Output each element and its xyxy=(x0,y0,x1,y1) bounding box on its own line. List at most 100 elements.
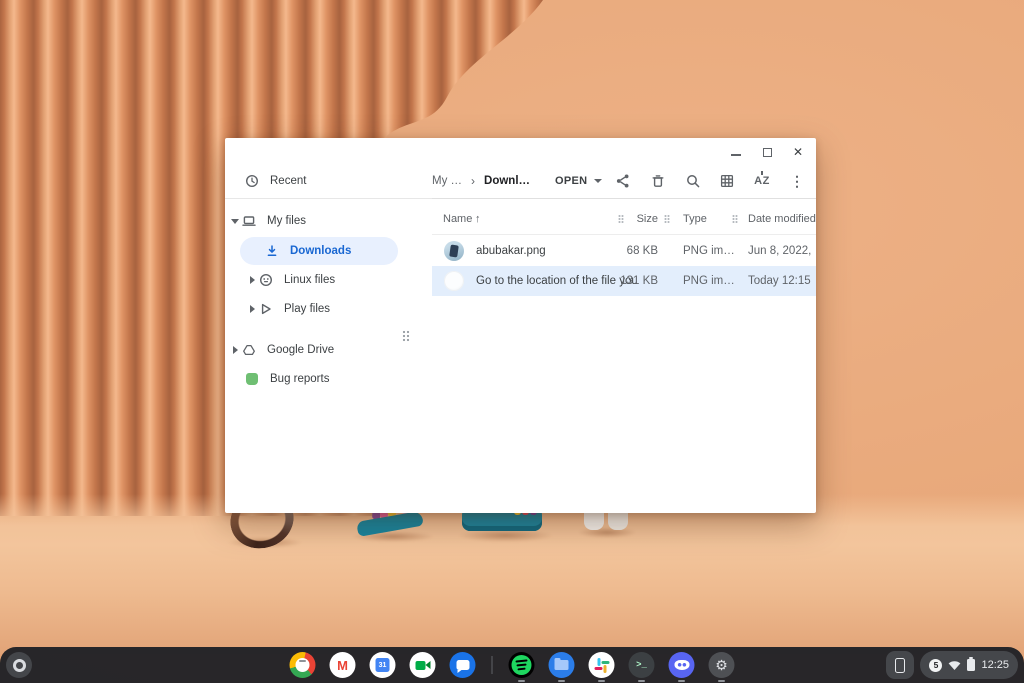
calendar-icon: 31 xyxy=(376,658,390,672)
sidebar-item-google-drive[interactable]: Google Drive xyxy=(225,337,425,363)
sort-button[interactable]: AZ xyxy=(747,166,777,196)
toolbar: My … › Downl… OPEN AZ xyxy=(432,164,816,198)
penguin-icon xyxy=(259,273,273,287)
chevron-down-icon[interactable] xyxy=(228,219,242,224)
sidebar-label: Recent xyxy=(270,175,306,187)
chevron-right-icon[interactable] xyxy=(245,276,259,284)
status-area: 5 12:25 xyxy=(886,651,1018,679)
sidebar-label: Bug reports xyxy=(270,373,329,385)
spotify-icon xyxy=(512,655,532,675)
breadcrumb-my-files[interactable]: My … xyxy=(432,175,462,187)
shelf-app-slack[interactable] xyxy=(589,652,615,678)
file-thumbnail xyxy=(444,271,464,291)
window-controls: ✕ xyxy=(728,144,806,160)
meet-icon xyxy=(415,661,430,670)
file-size: 131 KB xyxy=(592,275,658,287)
column-header-name[interactable]: Name xyxy=(443,213,472,225)
android-bug-icon xyxy=(245,372,259,386)
notification-count-badge: 5 xyxy=(929,659,942,672)
sidebar-item-downloads-selected[interactable]: Downloads xyxy=(240,237,398,265)
sidebar-label: Play files xyxy=(284,303,330,315)
files-app-window: ✕ Recent My files Downloads xyxy=(225,138,816,513)
share-icon xyxy=(615,173,631,189)
wifi-icon xyxy=(948,660,961,671)
more-menu-button[interactable]: ⋮ xyxy=(782,166,812,196)
shelf-app-gmail[interactable]: M xyxy=(330,652,356,678)
shelf-apps: M 31 >_ xyxy=(290,652,735,678)
grid-view-button[interactable] xyxy=(712,166,742,196)
sidebar-label: Google Drive xyxy=(267,344,334,356)
sidebar-resize-handle[interactable] xyxy=(402,330,410,342)
launcher-icon xyxy=(13,659,26,672)
file-row[interactable]: abubakar.png 68 KB PNG im… Jun 8, 2022, … xyxy=(432,236,816,266)
column-header-type[interactable]: Type xyxy=(683,213,707,225)
sidebar-item-linux-files[interactable]: Linux files xyxy=(225,267,425,293)
download-icon xyxy=(265,244,279,258)
search-button[interactable] xyxy=(678,166,708,196)
file-type: PNG im… xyxy=(683,245,735,257)
sort-az-icon: AZ xyxy=(754,175,770,187)
clock: 12:25 xyxy=(981,659,1009,671)
shelf-app-chrome[interactable] xyxy=(290,652,316,678)
play-icon xyxy=(259,302,273,316)
column-drag-handle[interactable] xyxy=(664,215,670,224)
column-drag-handle[interactable] xyxy=(732,215,738,224)
discord-icon xyxy=(674,660,689,670)
file-thumbnail xyxy=(444,241,464,261)
column-header-date-modified[interactable]: Date modified xyxy=(748,213,816,225)
column-header-size[interactable]: Size xyxy=(620,213,658,225)
shelf: M 31 >_ xyxy=(0,647,1024,683)
launcher-button[interactable] xyxy=(6,652,32,678)
sidebar-item-play-files[interactable]: Play files xyxy=(225,296,425,322)
phone-icon xyxy=(895,658,905,673)
shelf-app-meet[interactable] xyxy=(410,652,436,678)
shelf-app-files[interactable] xyxy=(549,652,575,678)
breadcrumb-separator-icon: › xyxy=(471,174,475,188)
open-button[interactable]: OPEN xyxy=(549,168,608,194)
sidebar-label: My files xyxy=(267,215,306,227)
sidebar-item-my-files[interactable]: My files xyxy=(225,208,425,234)
breadcrumb: My … › Downl… xyxy=(432,164,530,198)
breadcrumb-downloads[interactable]: Downl… xyxy=(484,175,530,187)
grid-view-icon xyxy=(719,173,735,189)
share-button[interactable] xyxy=(608,166,638,196)
file-size: 68 KB xyxy=(592,245,658,257)
gear-icon: ⚙ xyxy=(715,658,728,672)
gmail-icon: M xyxy=(337,659,348,672)
shelf-app-spotify[interactable] xyxy=(509,652,535,678)
minimize-icon xyxy=(731,154,741,156)
toolbar-divider xyxy=(432,198,816,199)
shelf-app-settings[interactable]: ⚙ xyxy=(709,652,735,678)
file-row-selected[interactable]: Go to the location of the file you… 131 … xyxy=(432,266,816,296)
system-tray[interactable]: 5 12:25 xyxy=(920,651,1018,679)
shelf-app-messages[interactable] xyxy=(450,652,476,678)
phone-hub-button[interactable] xyxy=(886,651,914,679)
shelf-app-discord[interactable] xyxy=(669,652,695,678)
sidebar-label: Linux files xyxy=(284,274,335,286)
more-vertical-icon: ⋮ xyxy=(790,173,804,190)
sidebar-item-bug-reports[interactable]: Bug reports xyxy=(225,366,425,392)
google-drive-icon xyxy=(242,343,256,357)
chevron-right-icon[interactable] xyxy=(228,346,242,354)
dropdown-caret-icon xyxy=(594,179,602,183)
files-folder-icon xyxy=(555,660,569,670)
delete-button[interactable] xyxy=(643,166,673,196)
terminal-icon: >_ xyxy=(636,661,647,670)
close-button[interactable]: ✕ xyxy=(790,144,806,160)
file-list-header: Name ↑ Size Type Date modified xyxy=(432,204,816,235)
battery-icon xyxy=(967,659,975,671)
minimize-button[interactable] xyxy=(728,144,744,160)
shelf-app-calendar[interactable]: 31 xyxy=(370,652,396,678)
shelf-separator xyxy=(492,656,493,674)
maximize-button[interactable] xyxy=(759,144,775,160)
shelf-app-terminal[interactable]: >_ xyxy=(629,652,655,678)
chevron-right-icon[interactable] xyxy=(245,305,259,313)
sidebar-label: Downloads xyxy=(290,245,351,257)
close-icon: ✕ xyxy=(793,146,803,158)
slack-icon xyxy=(594,658,609,673)
maximize-icon xyxy=(763,148,772,157)
trash-icon xyxy=(650,173,666,189)
sidebar-item-recent[interactable]: Recent xyxy=(225,168,425,194)
laptop-icon xyxy=(242,214,256,228)
clock-icon xyxy=(245,174,259,188)
